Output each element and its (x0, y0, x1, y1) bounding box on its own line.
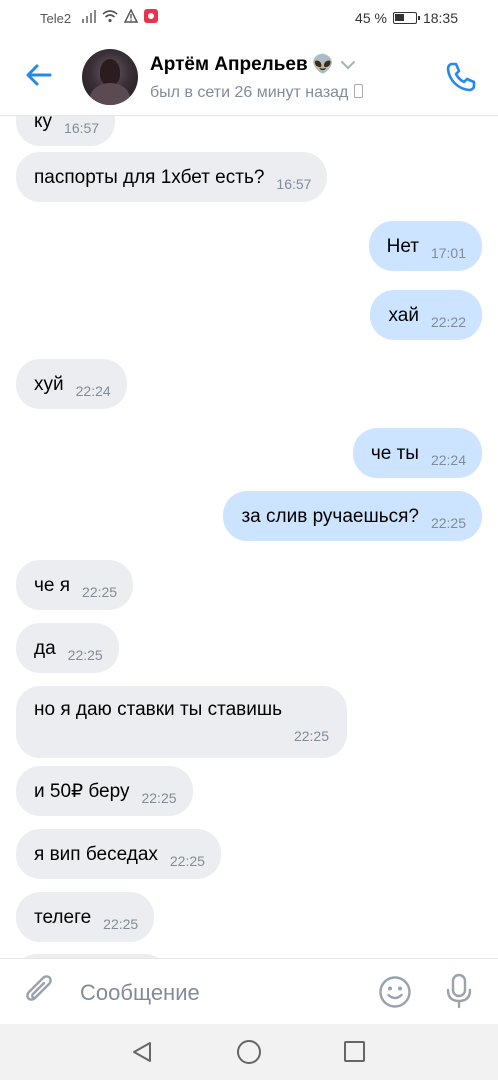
app-notification-icon (144, 9, 158, 23)
nav-home-icon[interactable] (237, 1040, 261, 1064)
message-bubble[interactable]: телеге 22:25 (16, 892, 155, 942)
wifi-icon (102, 10, 118, 23)
battery-percent: 45 % (355, 10, 387, 26)
alien-emoji: 👽 (311, 54, 335, 74)
message-bubble[interactable]: хай 22:22 (370, 290, 482, 340)
nav-recents-icon[interactable] (344, 1041, 365, 1062)
nav-back-icon[interactable] (130, 1040, 154, 1064)
message-input[interactable]: Сообщение (80, 980, 200, 1006)
message-bubble[interactable]: да 22:25 (16, 623, 119, 673)
message-bubble[interactable]: паспорты для 1хбет есть? 16:57 (16, 152, 328, 202)
message-time: 22:25 (82, 584, 118, 600)
message-text: хуй (34, 374, 64, 395)
message-text: и 50₽ беру (34, 781, 130, 802)
signal-icon (82, 9, 96, 23)
mobile-device-icon (354, 84, 364, 98)
back-arrow-icon[interactable] (22, 58, 56, 92)
last-seen-text: был в сети 26 минут назад (150, 84, 349, 101)
emoji-smile-icon[interactable] (378, 975, 412, 1009)
microphone-icon[interactable] (442, 973, 476, 1009)
chevron-down-icon[interactable] (340, 60, 356, 70)
message-time: 22:25 (293, 728, 329, 744)
message-bubble[interactable]: хуй 22:24 (16, 359, 127, 409)
message-text: но я даю ставки ты ставишь (34, 699, 282, 720)
system-nav-bar (0, 1024, 498, 1080)
message-time: 16:57 (276, 176, 312, 192)
message-time: 22:25 (141, 790, 177, 806)
paperclip-icon[interactable] (22, 973, 58, 1009)
battery-icon (392, 12, 420, 24)
message-bubble[interactable]: я вип беседах 22:25 (16, 829, 221, 879)
message-bubble[interactable]: ку 16:57 (16, 116, 116, 146)
message-text: ку (34, 116, 53, 132)
message-bubble[interactable]: Нет 17:01 (368, 221, 482, 271)
message-text: телеге (34, 907, 92, 928)
message-text: паспорты для 1хбет есть? (34, 167, 265, 188)
message-text: да (34, 638, 56, 659)
message-text: я вип беседах (34, 844, 158, 865)
message-list[interactable]: ку 16:57 паспорты для 1хбет есть? 16:57 Не… (0, 116, 498, 958)
avatar[interactable] (82, 49, 138, 105)
message-time: 22:22 (430, 314, 466, 330)
message-time: 22:25 (103, 916, 139, 932)
status-icons (82, 9, 158, 23)
message-bubble[interactable]: за слив ручаешься? 22:25 (223, 491, 482, 541)
status-bar: Tele2 45 % 18:35 (0, 0, 498, 36)
message-time: 22:25 (67, 647, 103, 663)
message-text: че я (34, 575, 71, 596)
message-text: че ты (370, 443, 419, 464)
message-time: 22:24 (75, 383, 111, 399)
message-composer: Сообщение (0, 958, 498, 1024)
chat-header: Артём Апрельев 👽 был в сети 26 минут наза… (0, 36, 498, 116)
message-time: 22:25 (169, 853, 205, 869)
message-bubble[interactable]: че ты 22:24 (352, 428, 482, 478)
message-text: за слив ручаешься? (241, 506, 419, 527)
last-seen-status: был в сети 26 минут назад (150, 84, 364, 102)
warning-icon (124, 9, 138, 23)
status-right: 45 % 18:35 (355, 10, 458, 26)
message-bubble[interactable]: но я даю ставки ты ставишь 22:25 (16, 686, 347, 758)
message-time: 17:01 (430, 245, 466, 261)
contact-name-row[interactable]: Артём Апрельев 👽 (150, 54, 356, 76)
message-text: Нет (386, 236, 419, 257)
contact-name: Артём Апрельев (150, 54, 308, 75)
message-time: 16:57 (64, 120, 100, 136)
message-bubble[interactable]: че я 22:25 (16, 560, 134, 610)
message-time: 22:25 (430, 515, 466, 531)
clock: 18:35 (422, 10, 458, 26)
message-time: 22:24 (430, 452, 466, 468)
phone-call-icon[interactable] (444, 60, 478, 94)
message-bubble[interactable]: и 50₽ беру 22:25 (16, 766, 193, 816)
carrier-label: Tele2 (40, 11, 72, 26)
message-text: хай (388, 305, 419, 326)
